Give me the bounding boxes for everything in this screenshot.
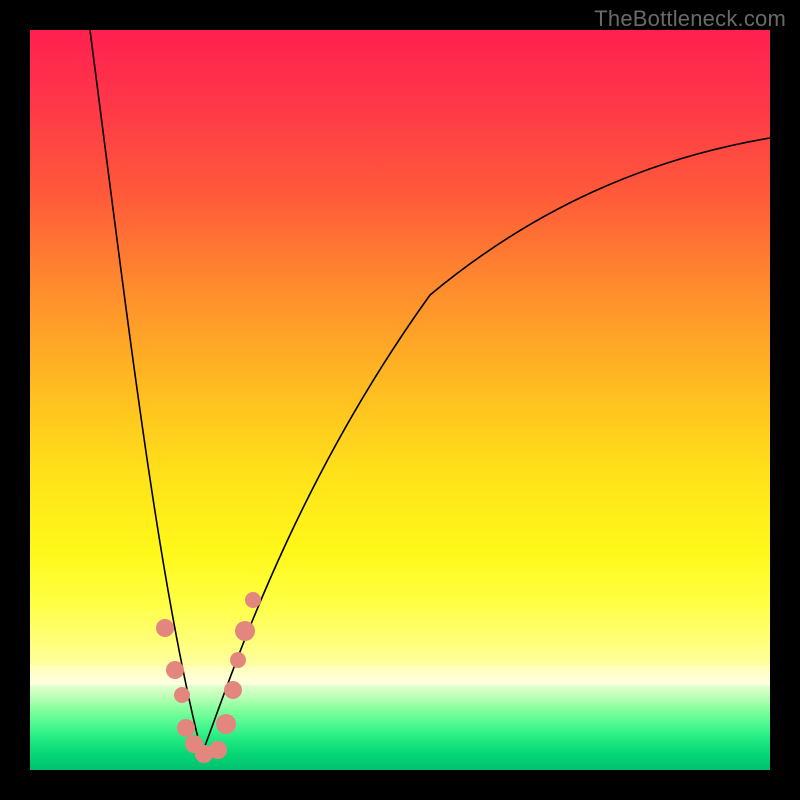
marker-dot	[177, 719, 195, 737]
marker-dot	[235, 621, 255, 641]
watermark-text: TheBottleneck.com	[594, 6, 786, 32]
chart-svg	[30, 30, 770, 770]
marker-dot	[174, 687, 190, 703]
plot-area	[30, 30, 770, 770]
outer-frame: TheBottleneck.com	[0, 0, 800, 800]
marker-dot	[156, 619, 174, 637]
marker-dot	[166, 661, 184, 679]
marker-dot	[224, 681, 242, 699]
marker-dot	[230, 652, 246, 668]
marker-dot	[209, 741, 227, 759]
marker-dot	[245, 592, 261, 608]
marker-dot	[216, 714, 236, 734]
bottleneck-curve	[90, 30, 770, 754]
